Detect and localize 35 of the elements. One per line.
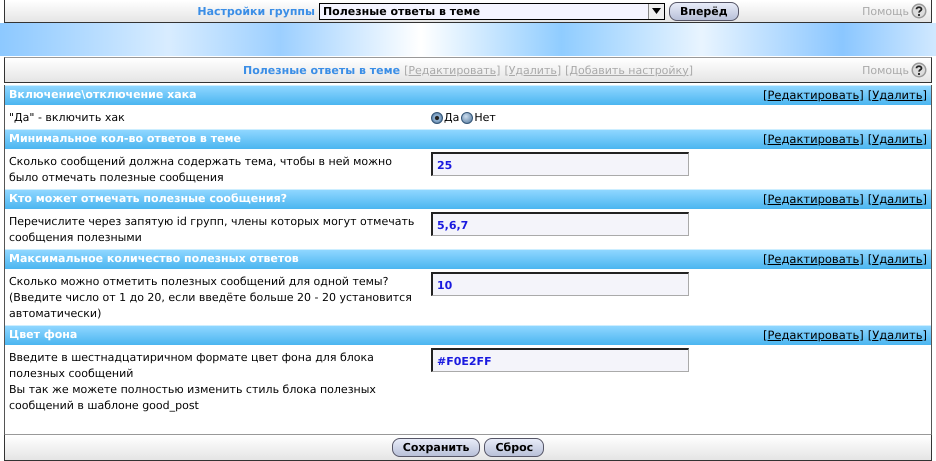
- form-button[interactable]: Сброс: [484, 438, 544, 457]
- setting-title: Максимальное количество полезных ответов: [9, 252, 299, 265]
- setting-action-link[interactable]: [Удалить]: [868, 192, 927, 206]
- setting-action-link[interactable]: [Удалить]: [868, 328, 927, 342]
- radio-button[interactable]: Нет: [461, 110, 496, 126]
- setting-action-link[interactable]: [Редактировать]: [762, 252, 864, 266]
- setting-title: Цвет фона: [9, 328, 78, 341]
- setting-description: Введите в шестнадцатиричном формате цвет фона для блока полезных сообщений: [9, 350, 375, 382]
- help-icon[interactable]: [911, 62, 927, 78]
- setting-title: Включение\отключение хака: [9, 88, 197, 101]
- setting-action-link[interactable]: [Удалить]: [868, 132, 927, 146]
- setting-action-link[interactable]: [Редактировать]: [762, 88, 864, 102]
- setting-action-link[interactable]: [Редактировать]: [762, 192, 864, 206]
- help-icon[interactable]: [911, 3, 927, 19]
- setting-action-link[interactable]: [Редактировать]: [762, 328, 864, 342]
- setting-title: Кто может отмечать полезные сообщения?: [9, 192, 288, 205]
- input-field[interactable]: #F0E2FF: [431, 348, 689, 372]
- group-select[interactable]: Полезные ответы в теме: [318, 2, 665, 20]
- form-button[interactable]: Сохранить: [392, 438, 480, 457]
- setting-description: Сколько сообщений должна содержать тема, чтобы в ней можно было отмечать полезные сообщения: [9, 154, 393, 186]
- forward-button[interactable]: Вперёд: [668, 2, 739, 20]
- setting-action-link[interactable]: [Удалить]: [868, 252, 927, 266]
- setting-title: Минимальное кол-во ответов в теме: [9, 132, 241, 145]
- input-field[interactable]: 5,6,7: [431, 212, 689, 236]
- setting-action-link[interactable]: [Удалить]: [868, 88, 927, 102]
- radio-button[interactable]: Да: [431, 110, 460, 126]
- setting-action-link[interactable]: [Редактировать]: [762, 132, 864, 146]
- setting-description: "Да" - включить хак: [9, 110, 126, 126]
- input-field[interactable]: 10: [431, 272, 689, 296]
- group-title: Полезные ответы в теме: [242, 64, 400, 76]
- group-settings-label: Настройки группы: [197, 4, 315, 18]
- input-field[interactable]: 25: [431, 152, 689, 176]
- setting-description: Сколько можно отметить полезных сообщений для одной темы? (Введите число от 1 до 20, если введёте больше 20 - 20 установится автоматически): [9, 274, 413, 322]
- setting-description: Вы так же можете полностью изменить стиль блока полезных сообщений в шаблоне good_post: [9, 382, 377, 414]
- setting-description: Перечислите через запятую id групп, члены которых могут отмечать сообщения полезными: [9, 214, 416, 246]
